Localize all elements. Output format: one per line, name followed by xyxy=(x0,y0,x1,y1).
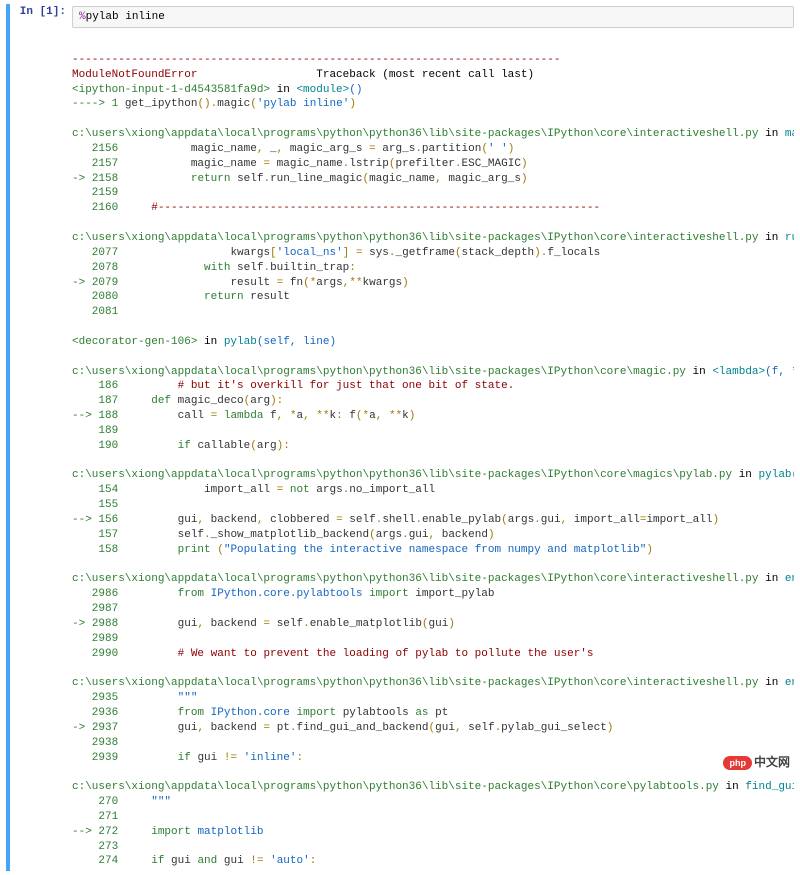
magic-command: pylab inline xyxy=(86,11,165,23)
notebook-cell: In [1]: %pylab inline ------------------… xyxy=(6,4,794,871)
frame-path: c:\users\xiong\appdata\local\programs\py… xyxy=(72,573,759,585)
traceback-output: ----------------------------------------… xyxy=(72,38,794,869)
frame-path: c:\users\xiong\appdata\local\programs\py… xyxy=(72,677,759,689)
cell-content: %pylab inline --------------------------… xyxy=(72,6,794,869)
watermark-badge: php xyxy=(723,756,752,770)
frame-path: <ipython-input-1-d4543581fa9d> xyxy=(72,84,270,96)
frame-path: c:\users\xiong\appdata\local\programs\py… xyxy=(72,232,759,244)
arrow: ----> xyxy=(72,98,112,110)
input-prompt: In [1]: xyxy=(20,6,66,18)
traceback-header: Traceback (most recent call last) xyxy=(197,69,534,81)
frame-path: c:\users\xiong\appdata\local\programs\py… xyxy=(72,366,686,378)
frame-path: c:\users\xiong\appdata\local\programs\py… xyxy=(72,781,719,793)
code-input-area[interactable]: %pylab inline xyxy=(72,6,794,28)
frame-path: c:\users\xiong\appdata\local\programs\py… xyxy=(72,128,759,140)
prompt-column: In [1]: xyxy=(14,6,72,869)
magic-prefix: % xyxy=(79,11,86,23)
traceback-separator: ----------------------------------------… xyxy=(72,54,560,66)
watermark-text: 中文网 xyxy=(754,755,790,769)
frame-path: <decorator-gen-106> xyxy=(72,336,197,348)
watermark: php中文网 xyxy=(723,753,790,770)
error-type: ModuleNotFoundError xyxy=(72,69,197,81)
frame-path: c:\users\xiong\appdata\local\programs\py… xyxy=(72,469,732,481)
